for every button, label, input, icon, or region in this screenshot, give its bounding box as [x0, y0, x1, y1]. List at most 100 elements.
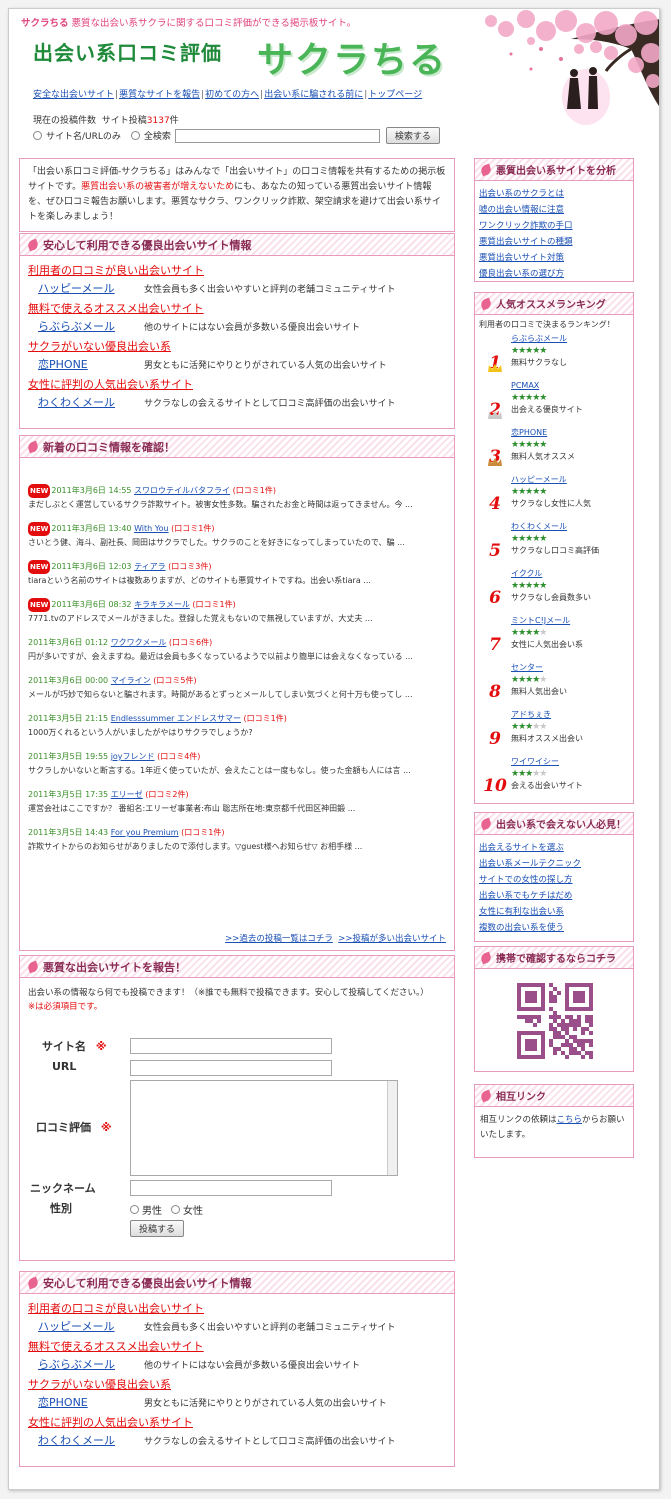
url-field[interactable]: [130, 1060, 332, 1076]
good-sites-section-title[interactable]: 無料で使えるオススメ出会いサイト: [28, 300, 446, 316]
submit-post-button[interactable]: 投稿する: [130, 1220, 185, 1237]
gender-male-radio[interactable]: [130, 1205, 139, 1214]
rank-site-link[interactable]: 恋PHONE: [511, 428, 547, 437]
good-site-link[interactable]: らぶらぶメール: [38, 318, 144, 334]
rank-number-text: 4: [489, 494, 501, 514]
rank-site-link[interactable]: イククル: [511, 569, 542, 578]
post-site-link[interactable]: マイライン: [111, 676, 151, 685]
post-site-link[interactable]: ティアラ: [134, 562, 166, 571]
good-site-link[interactable]: わくわくメール: [38, 394, 144, 410]
textarea-scrollbar[interactable]: [387, 1081, 397, 1175]
nav-safe-sites[interactable]: 安全な出会いサイト: [33, 90, 114, 100]
rank-site-link[interactable]: ハッピーメール: [511, 475, 567, 484]
petal-icon: [26, 238, 40, 251]
analysis-link[interactable]: 出会い系のサクラとは: [479, 189, 564, 199]
site-logo[interactable]: サクラちる: [257, 31, 447, 83]
new-badge: NEW: [28, 598, 51, 612]
analysis-link[interactable]: ワンクリック詐欺の手口: [479, 221, 573, 231]
post-review-count[interactable]: (口コミ1件): [233, 486, 276, 495]
rating-stars-icon: ★★★★★: [511, 628, 547, 638]
cant-meet-link[interactable]: 複数の出会い系を使う: [479, 923, 564, 933]
good-site-link[interactable]: ハッピーメール: [38, 1318, 144, 1334]
good-sites-section-title[interactable]: サクラがいない優良出会い系: [28, 338, 446, 354]
ranking-item: 1 らぶらぶメール ★★★★★ 無料サクラなし: [475, 330, 633, 377]
good-site-link[interactable]: 恋PHONE: [38, 356, 144, 372]
rank-number: 8: [479, 659, 511, 706]
post-site-link[interactable]: joyフレンド: [111, 752, 155, 761]
rank-site-link[interactable]: センター: [511, 663, 543, 672]
search-scope-radio-all[interactable]: [130, 131, 140, 140]
good-sites-section-title[interactable]: 女性に評判の人気出会い系サイト: [28, 376, 446, 392]
good-site-row: らぶらぶメール 他のサイトにはない会員が多数いる優良出会いサイト: [38, 1356, 446, 1372]
rank-site-link[interactable]: らぶらぶメール: [511, 334, 567, 343]
analysis-link[interactable]: 悪質出会いサイト対策: [479, 253, 564, 263]
post-site-link[interactable]: For you Premium: [111, 828, 179, 837]
rank-site-link[interactable]: ワイワイシー: [511, 757, 559, 766]
good-site-desc: 男女ともに活発にやりとりがされている人気の出会いサイト: [144, 360, 387, 371]
nav-top[interactable]: トップページ: [368, 90, 422, 100]
nickname-field[interactable]: [130, 1180, 332, 1196]
post-item: 2011年3月6日 01:12 ワクワクメール (口コミ6件) 円が多いですが、会…: [20, 636, 454, 664]
post-review-count[interactable]: (口コミ5件): [153, 676, 196, 685]
qr-code-icon[interactable]: [517, 983, 593, 1059]
popular-sites-link[interactable]: >>投稿が多い出会いサイト: [338, 934, 446, 944]
post-site-link[interactable]: キラキラメール: [134, 600, 190, 609]
post-review-count[interactable]: (口コミ3件): [168, 562, 211, 571]
rating-stars-icon: ★★★★★: [511, 440, 547, 450]
good-sites-section-title[interactable]: 無料で使えるオススメ出会いサイト: [28, 1338, 446, 1354]
rank-info: らぶらぶメール ★★★★★ 無料サクラなし: [511, 330, 567, 377]
post-review-count[interactable]: (口コミ6件): [169, 638, 212, 647]
rank-site-link[interactable]: PCMAX: [511, 381, 539, 390]
petal-icon: [26, 1276, 40, 1289]
post-review-count[interactable]: (口コミ1件): [192, 600, 235, 609]
nav-beginners[interactable]: 初めての方へ: [205, 90, 259, 100]
cant-meet-link[interactable]: 出会い系でもケチはだめ: [479, 891, 572, 901]
gender-female-radio[interactable]: [171, 1205, 180, 1214]
header: サクラちる 悪質な出会い系サクラに関する口コミ評価ができる掲示板サイト。 出会い…: [9, 9, 659, 127]
post-site-link[interactable]: Endlesssummer エンドレスサマー: [111, 714, 241, 723]
cant-meet-link[interactable]: 出会えるサイトを選ぶ: [479, 843, 564, 853]
review-label: 口コミ評価 ※: [36, 1119, 112, 1135]
good-sites-section-title[interactable]: 利用者の口コミが良い出会いサイト: [28, 1300, 446, 1316]
post-site-link[interactable]: ワクワクメール: [111, 638, 167, 647]
post-site-link[interactable]: With You: [134, 524, 169, 533]
good-site-link[interactable]: 恋PHONE: [38, 1394, 144, 1410]
post-review-count[interactable]: (口コミ1件): [244, 714, 287, 723]
post-site-link[interactable]: スワロウテイルバタフライ: [134, 486, 230, 495]
search-scope-radio-site[interactable]: [33, 131, 42, 140]
post-review-count[interactable]: (口コミ2件): [145, 790, 188, 799]
analysis-link[interactable]: 優良出会い系の選び方: [479, 269, 564, 279]
good-site-link[interactable]: らぶらぶメール: [38, 1356, 144, 1372]
post-review-count[interactable]: (口コミ1件): [181, 828, 224, 837]
post-date: 2011年3月5日 17:35: [28, 790, 109, 799]
good-sites-section-title[interactable]: サクラがいない優良出会い系: [28, 1376, 446, 1392]
post-review-count[interactable]: (口コミ1件): [171, 524, 214, 533]
good-site-link[interactable]: わくわくメール: [38, 1432, 144, 1448]
rank-site-link[interactable]: わくわくメール: [511, 522, 567, 531]
rank-site-link[interactable]: ミントC!Jメール: [511, 616, 570, 625]
review-textarea[interactable]: [130, 1080, 398, 1176]
nav-before-scam[interactable]: 出会い系に騙される前に: [264, 90, 363, 100]
good-site-desc: 他のサイトにはない会員が多数いる優良出会いサイト: [144, 1360, 361, 1371]
post-count: 現在の投稿件数 サイト投稿3137件: [33, 113, 179, 126]
report-form-box: 悪質な出会いサイトを報告！ 出会い系の情報なら何でも投稿できます！（※誰でも無料…: [19, 955, 455, 1261]
rank-site-link[interactable]: アドちぇき: [511, 710, 551, 719]
site-name-field[interactable]: [130, 1038, 332, 1054]
search-input[interactable]: [174, 128, 380, 143]
analysis-link[interactable]: 悪質出会いサイトの種類: [479, 237, 573, 247]
nav-report[interactable]: 悪質なサイトを報告: [119, 90, 200, 100]
cant-meet-link[interactable]: サイトでの女性の探し方: [479, 875, 573, 885]
post-site-link[interactable]: エリーゼ: [111, 790, 143, 799]
good-sites-section-title[interactable]: 利用者の口コミが良い出会いサイト: [28, 262, 446, 278]
mutual-link[interactable]: こちら: [557, 1115, 583, 1125]
good-site-link[interactable]: ハッピーメール: [38, 280, 144, 296]
past-posts-link[interactable]: >>過去の投稿一覧はコチラ: [225, 934, 333, 944]
post-review-count[interactable]: (口コミ4件): [157, 752, 200, 761]
cant-meet-link[interactable]: 女性に有利な出会い系: [479, 907, 564, 917]
cant-meet-link[interactable]: 出会い系メールテクニック: [479, 859, 581, 869]
rank-note: サクラなし口コミ高評価: [511, 546, 599, 555]
analysis-link[interactable]: 嘘の出会い情報に注意: [479, 205, 564, 215]
good-sites-section-title[interactable]: 女性に評判の人気出会い系サイト: [28, 1414, 446, 1430]
search-button[interactable]: 検索する: [385, 127, 440, 144]
intro-highlight: 悪質出会い系の被害者が増えないため: [81, 182, 235, 192]
